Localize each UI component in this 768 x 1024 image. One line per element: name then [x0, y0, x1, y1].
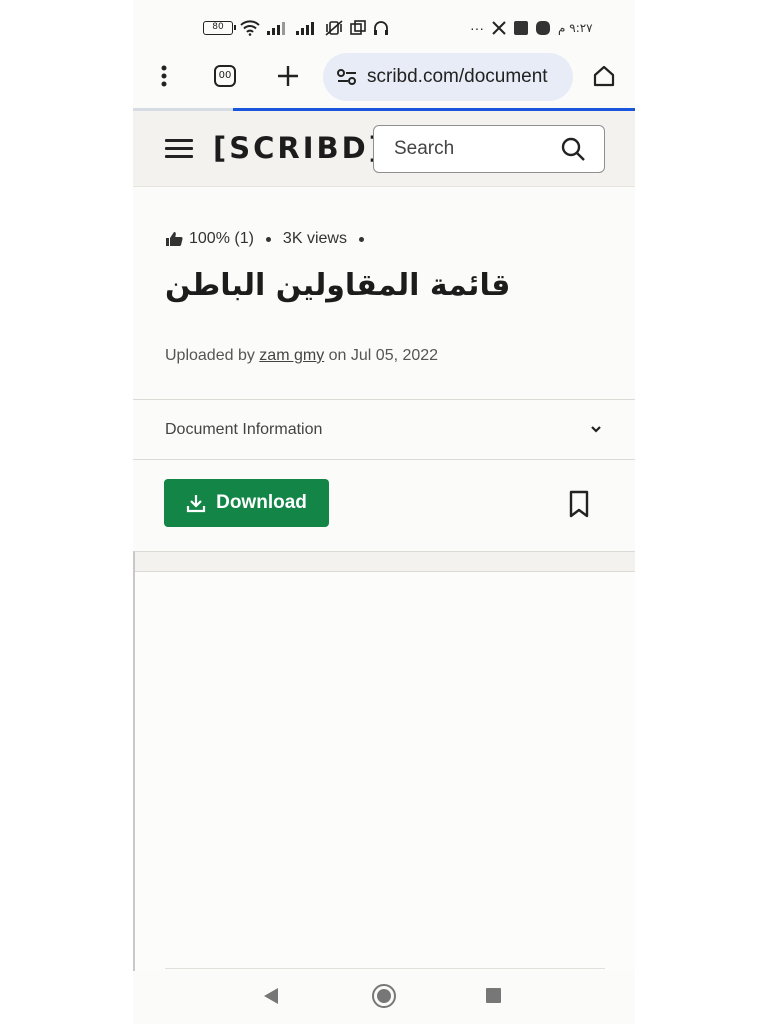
thumbs-up-icon	[166, 232, 183, 246]
search-input[interactable]: Search	[373, 125, 605, 173]
vibrate-off-icon	[325, 20, 343, 36]
status-left-icons: 80	[203, 20, 389, 36]
preview-top-bar	[135, 552, 635, 572]
download-label: Download	[216, 492, 307, 513]
views-text: 3K views	[282, 230, 347, 247]
back-icon[interactable]	[263, 987, 279, 1005]
document-preview[interactable]	[133, 551, 635, 971]
tab-switcher-button[interactable]: 00	[207, 58, 243, 94]
app-notification-icon	[514, 21, 528, 35]
divider	[133, 459, 635, 460]
download-icon	[187, 495, 206, 513]
new-tab-button[interactable]	[270, 58, 306, 94]
uploaded-info: Uploaded by zam gmy on Jul 05, 2022	[165, 347, 438, 365]
separator-dot	[265, 236, 271, 242]
plus-icon	[278, 66, 298, 86]
screenshot-icon	[350, 20, 366, 35]
scribd-logo[interactable]: [SCRIBD]	[213, 131, 385, 165]
phone-screen: 80 ··· ٩:٢٧ م 00 scribd.com/document [SC…	[133, 0, 635, 1024]
url-text: scribd.com/document	[367, 66, 548, 87]
vertical-dots-icon	[161, 65, 167, 87]
status-time: ٩:٢٧ م	[558, 21, 593, 35]
more-notifications-icon: ···	[470, 20, 484, 36]
wifi-icon	[240, 20, 260, 36]
browser-toolbar: 00 scribd.com/document	[133, 50, 635, 108]
app-notification-icon-2	[536, 21, 550, 35]
site-settings-icon	[337, 69, 356, 85]
home-nav-icon[interactable]	[372, 984, 396, 1008]
search-icon[interactable]	[560, 136, 586, 162]
bookmark-icon[interactable]	[567, 490, 591, 518]
uploaded-prefix: Uploaded by	[165, 347, 255, 364]
hamburger-menu-icon[interactable]	[165, 139, 193, 159]
document-stats: 100% (1) 3K views	[165, 230, 376, 248]
separator-dot	[358, 236, 364, 242]
document-title: قائمة المقاولين الباطن	[165, 268, 511, 303]
home-icon	[593, 65, 615, 87]
site-header: [SCRIBD] Search	[133, 111, 635, 187]
status-bar: 80 ··· ٩:٢٧ م	[133, 10, 635, 46]
signal-icon	[267, 22, 285, 35]
signal-icon-2	[296, 22, 314, 35]
recent-apps-icon[interactable]	[486, 988, 501, 1003]
x-app-icon	[492, 21, 506, 35]
chevron-down-icon	[591, 426, 601, 433]
headphones-icon	[374, 21, 388, 35]
rating-text: 100% (1)	[189, 230, 254, 247]
document-information-label: Document Information	[165, 420, 323, 438]
battery-icon: 80	[203, 21, 236, 35]
document-information-toggle[interactable]: Document Information	[133, 400, 635, 459]
preview-page-edge	[165, 968, 605, 969]
uploader-link[interactable]: zam gmy	[259, 347, 324, 364]
home-button[interactable]	[586, 58, 622, 94]
tab-count: 00	[214, 65, 236, 87]
browser-menu-button[interactable]	[146, 58, 182, 94]
address-bar[interactable]: scribd.com/document	[323, 53, 573, 101]
download-button[interactable]: Download	[164, 479, 329, 527]
uploaded-date: on Jul 05, 2022	[328, 347, 439, 364]
search-placeholder: Search	[394, 138, 455, 159]
system-navigation-bar	[133, 972, 635, 1024]
status-right-icons: ··· ٩:٢٧ م	[470, 21, 593, 35]
